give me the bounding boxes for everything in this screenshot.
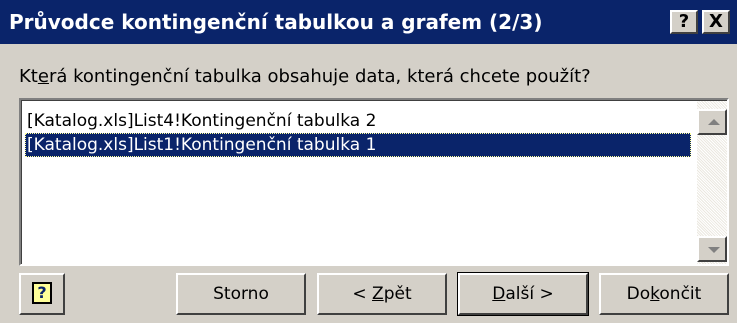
prompt-text-end: rá kontingenční tabulka obsahuje data, k… bbox=[48, 66, 591, 87]
finish-button[interactable]: Dokončit bbox=[599, 273, 729, 315]
next-text-end: alší > bbox=[505, 284, 554, 304]
finish-text-start: Do bbox=[626, 284, 651, 304]
list-inner: [Katalog.xls]List4!Kontingenční tabulka … bbox=[21, 100, 727, 264]
back-button[interactable]: < Zpět bbox=[317, 273, 447, 315]
scroll-up-button[interactable] bbox=[697, 109, 727, 135]
back-text-end: pět bbox=[383, 284, 412, 304]
next-button[interactable]: Další > bbox=[457, 272, 589, 316]
scroll-down-button[interactable] bbox=[697, 236, 727, 262]
pivot-table-list[interactable]: [Katalog.xls]List4!Kontingenční tabulka … bbox=[19, 98, 729, 266]
back-text-start: < bbox=[352, 284, 373, 304]
close-button[interactable]: X bbox=[702, 10, 730, 34]
list-item-selected[interactable]: [Katalog.xls]List1!Kontingenční tabulka … bbox=[25, 133, 691, 157]
next-accelerator: D bbox=[492, 284, 506, 304]
arrow-down-icon bbox=[708, 247, 720, 253]
help-button[interactable]: ? bbox=[19, 273, 65, 315]
prompt-accelerator: e bbox=[37, 66, 49, 87]
vertical-scrollbar[interactable] bbox=[697, 101, 727, 264]
cancel-button[interactable]: Storno bbox=[176, 273, 306, 315]
list-item[interactable]: [Katalog.xls]List4!Kontingenční tabulka … bbox=[25, 109, 691, 133]
finish-text-end: ončit bbox=[659, 284, 702, 304]
prompt-text-start: Kt bbox=[19, 66, 38, 87]
help-title-button[interactable]: ? bbox=[670, 10, 698, 34]
pivot-wizard-dialog: Průvodce kontingenční tabulkou a grafem … bbox=[0, 0, 737, 323]
arrow-up-icon bbox=[708, 119, 720, 125]
prompt-label: Která kontingenční tabulka obsahuje data… bbox=[19, 66, 591, 87]
window-title: Průvodce kontingenční tabulkou a grafem … bbox=[9, 10, 543, 34]
title-bar[interactable]: Průvodce kontingenční tabulkou a grafem … bbox=[0, 0, 737, 44]
back-accelerator: Z bbox=[372, 284, 384, 304]
question-mark-icon: ? bbox=[32, 282, 52, 304]
